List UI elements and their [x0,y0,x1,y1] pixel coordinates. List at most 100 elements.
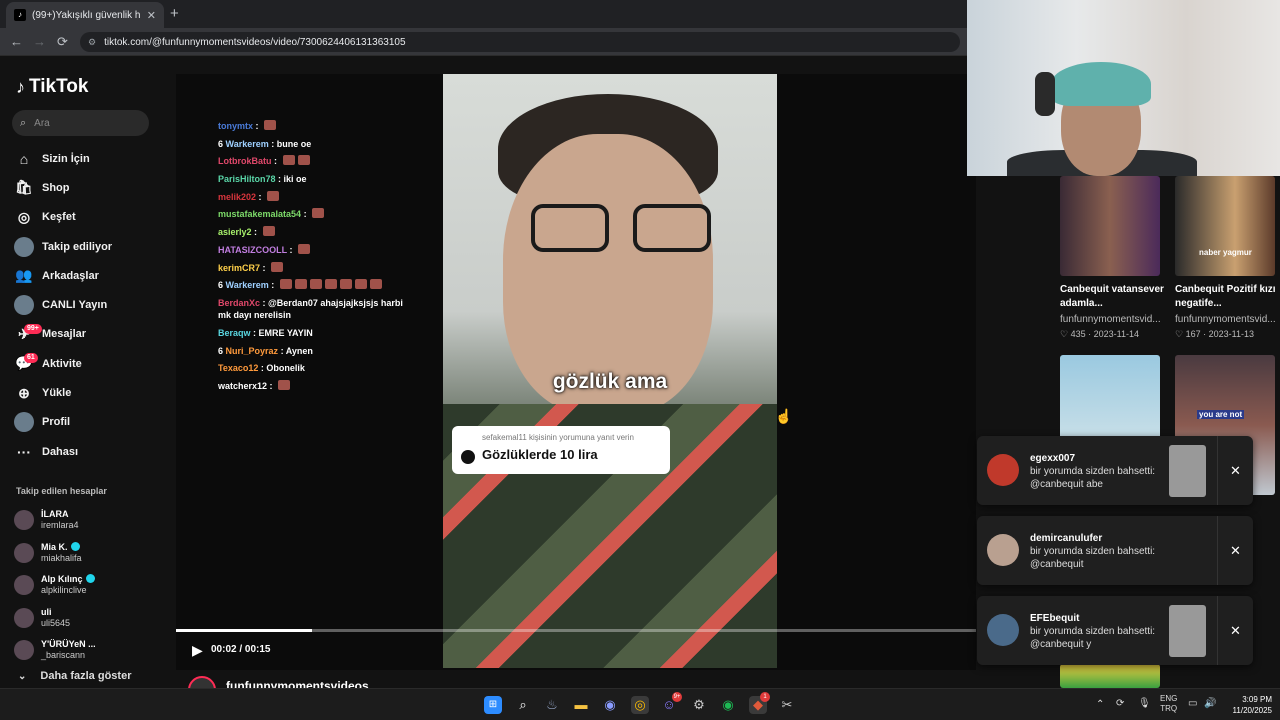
chat-message: watcherx12 : [218,380,418,393]
chat-message: Beraqw : EMRE YAYIN [218,328,313,339]
mention-notification[interactable]: EFEbequit bir yorumda sizden bahsetti: @c… [977,596,1253,665]
steam-icon[interactable]: ♨ [543,696,561,714]
chrome-icon[interactable]: ◎ [631,696,649,714]
sidebar-item[interactable]: ◎ Keşfet [14,203,112,232]
new-tab-button[interactable]: + [170,5,179,22]
chat-username[interactable]: LotbrokBatu [218,156,272,166]
sidebar-item[interactable]: Takip ediliyor [14,232,112,261]
video-player[interactable]: gözlük ama sefakemal11 kişisinin yorumun… [443,74,777,668]
show-more-button[interactable]: ⌄ Daha fazla göster [18,670,131,682]
sync-icon[interactable]: ⟳ [1116,698,1124,709]
notification-badge: 99+ [24,323,42,334]
browser-tab[interactable]: ♪ (99+)Yakışıklı güvenlik hüzünlü ✕ [6,2,164,28]
related-user[interactable]: funfunnymomentsvid... [1175,313,1280,327]
chat-emote-icon [324,279,337,290]
close-icon[interactable]: ✕ [1217,436,1253,505]
author-row: funfunnymomentsvideos [188,676,369,688]
chat-username[interactable]: Warkerem [226,280,269,290]
chevron-up-icon[interactable]: ⌃ [1096,699,1104,710]
screen: ♪ (99+)Yakışıklı güvenlik hüzünlü ✕ + ← … [0,0,1280,720]
network-icon[interactable]: ▭ [1188,698,1197,709]
chat-username[interactable]: tonymtx [218,121,253,131]
language-indicator[interactable]: ENG TRQ [1160,694,1177,714]
forward-button[interactable]: → [33,34,46,49]
sidebar-item[interactable]: CANLI Yayın [14,290,112,319]
notification-video-thumb[interactable] [1169,445,1206,497]
notification-text: bir yorumda sizden bahsetti: @canbequit [1030,546,1156,570]
chat-username[interactable]: ParisHilton78 [218,174,276,184]
file-explorer-icon[interactable]: ▬ [572,696,590,714]
chevron-down-icon: ⌄ [18,670,27,682]
close-icon[interactable]: ✕ [1217,596,1253,665]
mention-notification[interactable]: egexx007 bir yorumda sizden bahsetti: @ca… [977,436,1253,505]
followed-account[interactable]: Y'ÜRÜYeN ... _bariscann [14,634,96,667]
sidebar-item[interactable]: 🛍 Shop [14,173,112,202]
sidebar-item-label: Shop [42,181,70,194]
related-meta-2: Canbequit Pozitif kızı negatife... funfu… [1175,283,1280,341]
close-icon[interactable]: ✕ [1217,516,1253,585]
following-accounts-header: Takip edilen hesaplar [16,486,107,496]
chat-username[interactable]: watcherx12 [218,381,267,391]
reload-button[interactable]: ⟳ [57,34,68,50]
tab-close-icon[interactable]: ✕ [147,9,156,22]
address-bar[interactable]: ⚙ tiktok.com/@funfunnymomentsvideos/vide… [80,32,960,52]
author-name[interactable]: funfunnymomentsvideos [226,679,369,688]
account-text: Alp Kılınç alpkilinclive [41,574,95,596]
upload-icon: ⊕ [18,384,30,401]
chat-message: 6 Nuri_Poyraz : Aynen [218,345,313,356]
comment-reply-card: sefakemal11 kişisinin yorumuna yanıt ver… [452,426,670,474]
sidebar-item[interactable]: ⊕ Yükle [14,378,112,407]
volume-icon[interactable]: 🔊 [1204,698,1216,709]
chat-username[interactable]: Warkerem [226,139,269,149]
chat-username[interactable]: mustafakemalata54 [218,209,301,219]
mention-notification[interactable]: demircanulufer bir yorumda sizden bahsett… [977,516,1253,585]
sidebar-item[interactable]: 💬 Aktivite 61 [14,349,112,378]
followed-account[interactable]: Mia K. miakhalifa [14,537,96,570]
snipping-tool-icon[interactable]: ✂ [778,696,796,714]
account-avatar [14,640,34,661]
search-input[interactable]: ⌕ Ara [12,110,149,136]
tab-title: (99+)Yakışıklı güvenlik hüzünlü [32,9,141,21]
related-title[interactable]: Canbequit vatansever adamla... [1060,283,1170,311]
spotify-icon[interactable]: ◉ [719,696,737,714]
chat-username[interactable]: kerimCR7 [218,263,260,273]
followed-account[interactable]: İLARA iremlara4 [14,504,96,537]
settings-gear-icon[interactable]: ⚙ [690,696,708,714]
related-user[interactable]: funfunnymomentsvid... [1060,313,1170,327]
related-thumb-1[interactable] [1060,176,1160,276]
sidebar-item-label: Dahası [42,445,79,458]
chat-message: 6 Warkerem : [218,279,418,292]
tiktok-logo[interactable]: ♪ TikTok [16,76,88,98]
obs-icon[interactable]: ◉ [601,696,619,714]
chat-username[interactable]: Beraqw [218,328,251,338]
related-title[interactable]: Canbequit Pozitif kızı negatife... [1175,283,1280,311]
followed-account[interactable]: uli uli5645 [14,602,96,635]
play-icon[interactable]: ▶ [192,642,203,659]
chat-username[interactable]: BerdanXc [218,298,260,308]
chat-message: 6 Warkerem : bune oe [218,138,312,149]
related-thumb-2[interactable]: naber yagmur [1175,176,1275,276]
system-clock[interactable]: 3:09 PM 11/20/2025 [1222,694,1272,716]
back-button[interactable]: ← [10,34,23,49]
chat-emote-icon [267,190,280,201]
windows-start-icon[interactable]: ⊞ [484,696,502,714]
sidebar-item[interactable]: ··· Dahası [14,437,112,466]
followed-account[interactable]: Alp Kılınç alpkilinclive [14,569,96,602]
sidebar-item[interactable]: ✈ Mesajlar 99+ [14,320,112,349]
sidebar-item[interactable]: ⌂ Sizin İçin [14,144,112,173]
sidebar-item[interactable]: Profil [14,408,112,437]
sidebar-item[interactable]: 👥 Arkadaşlar [14,261,112,290]
site-info-icon[interactable]: ⚙ [88,37,96,48]
chat-username[interactable]: Nuri_Poyraz [226,346,279,356]
search-icon[interactable]: ⌕ [514,696,532,714]
chat-username[interactable]: Texaco12 [218,363,258,373]
chat-username[interactable]: HATASIZCOOLL [218,245,287,255]
microphone-icon[interactable]: 🎙 [1138,698,1151,709]
chat-username[interactable]: asierly2 [218,227,252,237]
compass-icon: ◎ [17,208,31,225]
related-thumb-5[interactable] [1060,664,1160,688]
chat-username[interactable]: melik202 [218,192,256,202]
video-progress-bar[interactable] [176,629,976,632]
notification-video-thumb[interactable] [1169,605,1206,657]
author-avatar[interactable] [188,676,216,688]
